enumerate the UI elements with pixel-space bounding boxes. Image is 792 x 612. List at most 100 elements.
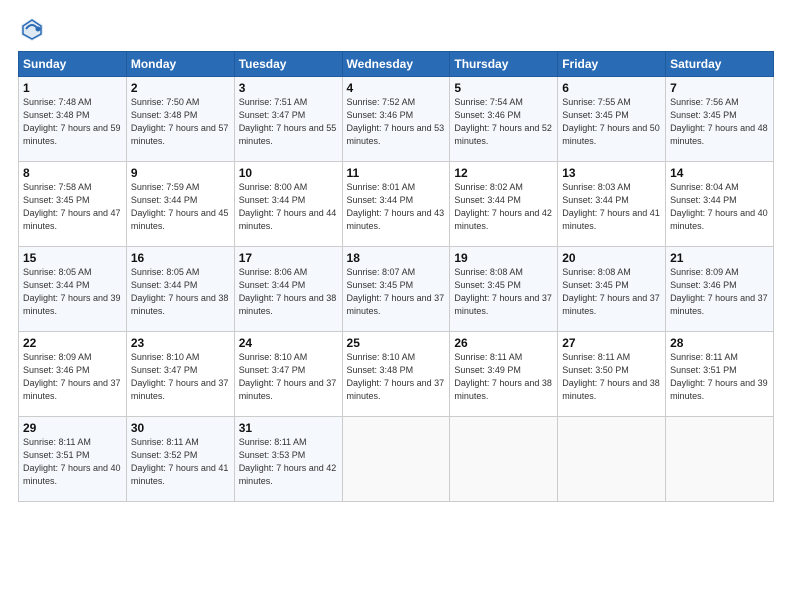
calendar-cell: 18Sunrise: 8:07 AMSunset: 3:45 PMDayligh… [342, 247, 450, 332]
day-detail: Sunrise: 8:07 AMSunset: 3:45 PMDaylight:… [347, 266, 446, 318]
calendar-cell: 2Sunrise: 7:50 AMSunset: 3:48 PMDaylight… [126, 77, 234, 162]
logo-icon [18, 15, 46, 43]
calendar-cell: 12Sunrise: 8:02 AMSunset: 3:44 PMDayligh… [450, 162, 558, 247]
day-number: 24 [239, 336, 338, 350]
day-detail: Sunrise: 8:11 AMSunset: 3:50 PMDaylight:… [562, 351, 661, 403]
calendar-week-2: 8Sunrise: 7:58 AMSunset: 3:45 PMDaylight… [19, 162, 774, 247]
day-detail: Sunrise: 8:11 AMSunset: 3:51 PMDaylight:… [670, 351, 769, 403]
day-detail: Sunrise: 8:02 AMSunset: 3:44 PMDaylight:… [454, 181, 553, 233]
calendar-cell: 31Sunrise: 8:11 AMSunset: 3:53 PMDayligh… [234, 417, 342, 502]
weekday-sunday: Sunday [19, 52, 127, 77]
day-detail: Sunrise: 8:08 AMSunset: 3:45 PMDaylight:… [454, 266, 553, 318]
day-detail: Sunrise: 7:56 AMSunset: 3:45 PMDaylight:… [670, 96, 769, 148]
calendar-cell: 24Sunrise: 8:10 AMSunset: 3:47 PMDayligh… [234, 332, 342, 417]
day-number: 9 [131, 166, 230, 180]
calendar-cell: 20Sunrise: 8:08 AMSunset: 3:45 PMDayligh… [558, 247, 666, 332]
calendar-cell [342, 417, 450, 502]
day-detail: Sunrise: 8:04 AMSunset: 3:44 PMDaylight:… [670, 181, 769, 233]
day-number: 2 [131, 81, 230, 95]
day-detail: Sunrise: 8:10 AMSunset: 3:47 PMDaylight:… [239, 351, 338, 403]
calendar-cell [450, 417, 558, 502]
day-detail: Sunrise: 8:00 AMSunset: 3:44 PMDaylight:… [239, 181, 338, 233]
weekday-friday: Friday [558, 52, 666, 77]
day-detail: Sunrise: 7:48 AMSunset: 3:48 PMDaylight:… [23, 96, 122, 148]
day-detail: Sunrise: 8:11 AMSunset: 3:53 PMDaylight:… [239, 436, 338, 488]
calendar-table: SundayMondayTuesdayWednesdayThursdayFrid… [18, 51, 774, 502]
calendar-cell: 25Sunrise: 8:10 AMSunset: 3:48 PMDayligh… [342, 332, 450, 417]
day-number: 30 [131, 421, 230, 435]
day-number: 1 [23, 81, 122, 95]
calendar-cell: 16Sunrise: 8:05 AMSunset: 3:44 PMDayligh… [126, 247, 234, 332]
day-number: 19 [454, 251, 553, 265]
calendar-cell: 14Sunrise: 8:04 AMSunset: 3:44 PMDayligh… [666, 162, 774, 247]
day-number: 3 [239, 81, 338, 95]
calendar-page: SundayMondayTuesdayWednesdayThursdayFrid… [0, 0, 792, 612]
day-detail: Sunrise: 8:09 AMSunset: 3:46 PMDaylight:… [23, 351, 122, 403]
calendar-week-4: 22Sunrise: 8:09 AMSunset: 3:46 PMDayligh… [19, 332, 774, 417]
day-detail: Sunrise: 8:09 AMSunset: 3:46 PMDaylight:… [670, 266, 769, 318]
header [18, 15, 774, 43]
calendar-cell: 10Sunrise: 8:00 AMSunset: 3:44 PMDayligh… [234, 162, 342, 247]
calendar-cell: 11Sunrise: 8:01 AMSunset: 3:44 PMDayligh… [342, 162, 450, 247]
day-number: 26 [454, 336, 553, 350]
day-number: 22 [23, 336, 122, 350]
day-number: 15 [23, 251, 122, 265]
day-detail: Sunrise: 7:55 AMSunset: 3:45 PMDaylight:… [562, 96, 661, 148]
weekday-tuesday: Tuesday [234, 52, 342, 77]
day-detail: Sunrise: 8:10 AMSunset: 3:48 PMDaylight:… [347, 351, 446, 403]
calendar-cell: 3Sunrise: 7:51 AMSunset: 3:47 PMDaylight… [234, 77, 342, 162]
calendar-cell: 19Sunrise: 8:08 AMSunset: 3:45 PMDayligh… [450, 247, 558, 332]
day-detail: Sunrise: 8:11 AMSunset: 3:49 PMDaylight:… [454, 351, 553, 403]
weekday-thursday: Thursday [450, 52, 558, 77]
calendar-cell [666, 417, 774, 502]
day-detail: Sunrise: 8:08 AMSunset: 3:45 PMDaylight:… [562, 266, 661, 318]
calendar-body: 1Sunrise: 7:48 AMSunset: 3:48 PMDaylight… [19, 77, 774, 502]
day-number: 13 [562, 166, 661, 180]
calendar-cell [558, 417, 666, 502]
day-number: 18 [347, 251, 446, 265]
calendar-cell: 13Sunrise: 8:03 AMSunset: 3:44 PMDayligh… [558, 162, 666, 247]
day-number: 4 [347, 81, 446, 95]
day-detail: Sunrise: 7:51 AMSunset: 3:47 PMDaylight:… [239, 96, 338, 148]
day-detail: Sunrise: 8:06 AMSunset: 3:44 PMDaylight:… [239, 266, 338, 318]
day-detail: Sunrise: 8:11 AMSunset: 3:52 PMDaylight:… [131, 436, 230, 488]
day-detail: Sunrise: 7:58 AMSunset: 3:45 PMDaylight:… [23, 181, 122, 233]
calendar-cell: 28Sunrise: 8:11 AMSunset: 3:51 PMDayligh… [666, 332, 774, 417]
calendar-week-5: 29Sunrise: 8:11 AMSunset: 3:51 PMDayligh… [19, 417, 774, 502]
calendar-cell: 7Sunrise: 7:56 AMSunset: 3:45 PMDaylight… [666, 77, 774, 162]
weekday-wednesday: Wednesday [342, 52, 450, 77]
calendar-cell: 1Sunrise: 7:48 AMSunset: 3:48 PMDaylight… [19, 77, 127, 162]
day-number: 17 [239, 251, 338, 265]
day-number: 5 [454, 81, 553, 95]
calendar-cell: 5Sunrise: 7:54 AMSunset: 3:46 PMDaylight… [450, 77, 558, 162]
day-detail: Sunrise: 8:11 AMSunset: 3:51 PMDaylight:… [23, 436, 122, 488]
day-number: 14 [670, 166, 769, 180]
calendar-cell: 17Sunrise: 8:06 AMSunset: 3:44 PMDayligh… [234, 247, 342, 332]
day-detail: Sunrise: 8:10 AMSunset: 3:47 PMDaylight:… [131, 351, 230, 403]
day-detail: Sunrise: 7:59 AMSunset: 3:44 PMDaylight:… [131, 181, 230, 233]
day-number: 12 [454, 166, 553, 180]
calendar-cell: 4Sunrise: 7:52 AMSunset: 3:46 PMDaylight… [342, 77, 450, 162]
calendar-cell: 9Sunrise: 7:59 AMSunset: 3:44 PMDaylight… [126, 162, 234, 247]
calendar-cell: 15Sunrise: 8:05 AMSunset: 3:44 PMDayligh… [19, 247, 127, 332]
day-number: 25 [347, 336, 446, 350]
calendar-cell: 23Sunrise: 8:10 AMSunset: 3:47 PMDayligh… [126, 332, 234, 417]
day-detail: Sunrise: 8:05 AMSunset: 3:44 PMDaylight:… [131, 266, 230, 318]
day-number: 11 [347, 166, 446, 180]
day-number: 10 [239, 166, 338, 180]
day-number: 7 [670, 81, 769, 95]
day-number: 29 [23, 421, 122, 435]
calendar-week-1: 1Sunrise: 7:48 AMSunset: 3:48 PMDaylight… [19, 77, 774, 162]
day-number: 16 [131, 251, 230, 265]
day-detail: Sunrise: 7:50 AMSunset: 3:48 PMDaylight:… [131, 96, 230, 148]
day-number: 23 [131, 336, 230, 350]
weekday-header-row: SundayMondayTuesdayWednesdayThursdayFrid… [19, 52, 774, 77]
calendar-cell: 29Sunrise: 8:11 AMSunset: 3:51 PMDayligh… [19, 417, 127, 502]
calendar-cell: 6Sunrise: 7:55 AMSunset: 3:45 PMDaylight… [558, 77, 666, 162]
day-number: 6 [562, 81, 661, 95]
day-detail: Sunrise: 7:52 AMSunset: 3:46 PMDaylight:… [347, 96, 446, 148]
day-detail: Sunrise: 8:03 AMSunset: 3:44 PMDaylight:… [562, 181, 661, 233]
calendar-week-3: 15 Sunrise: 8:05 AMSunset: 3:44 PMDayligh… [19, 247, 774, 332]
calendar-cell: 22Sunrise: 8:09 AMSunset: 3:46 PMDayligh… [19, 332, 127, 417]
calendar-cell: 27Sunrise: 8:11 AMSunset: 3:50 PMDayligh… [558, 332, 666, 417]
